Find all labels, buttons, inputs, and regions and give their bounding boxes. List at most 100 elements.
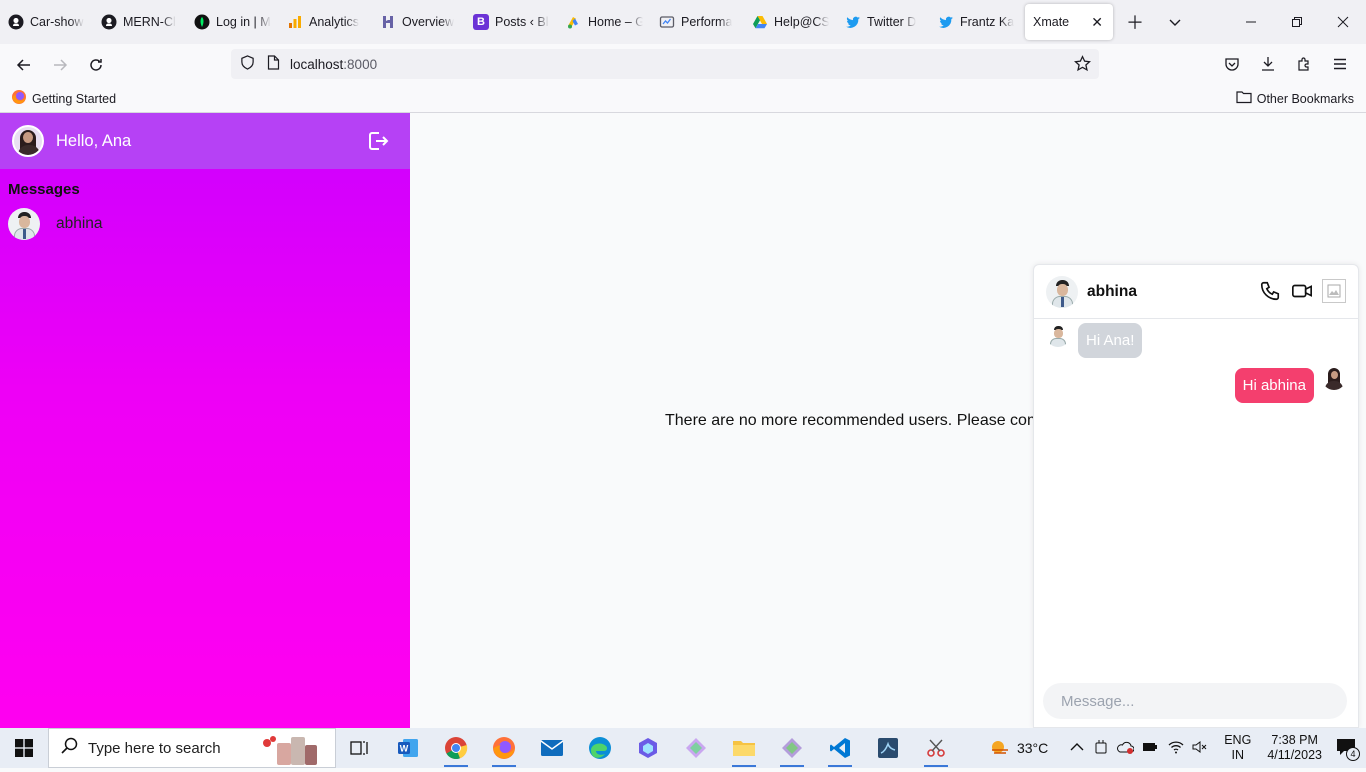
navigation-toolbar: localhost:8000 xyxy=(0,44,1366,85)
address-bar[interactable]: localhost:8000 xyxy=(231,49,1099,79)
phone-icon[interactable] xyxy=(1258,279,1282,303)
edge-icon[interactable] xyxy=(576,728,624,768)
running-indicator xyxy=(780,765,804,767)
conversation-name: abhina xyxy=(56,215,103,232)
leaf-icon xyxy=(194,14,210,30)
wifi-icon[interactable] xyxy=(1168,740,1184,757)
tab-overview[interactable]: Overview xyxy=(372,4,465,40)
message-input[interactable] xyxy=(1061,692,1331,710)
extensions-icon[interactable] xyxy=(1286,48,1322,80)
pocket-icon[interactable] xyxy=(1214,48,1250,80)
close-tab-icon[interactable]: ✕ xyxy=(1091,14,1103,31)
search-highlight-image xyxy=(257,731,329,772)
xmate-app: Hello, Ana Messages abhina There are no … xyxy=(0,113,1366,728)
tab-twitter-dev[interactable]: Twitter D xyxy=(837,4,930,40)
running-indicator xyxy=(492,765,516,767)
list-all-tabs-button[interactable] xyxy=(1155,4,1195,40)
chat-contact-name: abhina xyxy=(1087,282,1137,300)
forward-button[interactable] xyxy=(42,49,78,81)
contact-avatar xyxy=(8,208,40,240)
running-indicator xyxy=(444,765,468,767)
tab-home[interactable]: Home – G xyxy=(558,4,651,40)
shield-icon[interactable] xyxy=(240,55,255,73)
analytics-icon xyxy=(287,14,303,30)
url-text[interactable]: localhost:8000 xyxy=(290,57,377,72)
folder-icon xyxy=(1236,90,1252,107)
bookmark-star-icon[interactable] xyxy=(1074,55,1091,75)
firefox-taskbar-icon[interactable] xyxy=(480,728,528,768)
logout-icon[interactable] xyxy=(366,129,390,153)
incoming-message-row: Hi Ana! xyxy=(1046,323,1143,358)
clock[interactable]: 7:38 PM 4/11/2023 xyxy=(1267,733,1322,763)
weather-icon[interactable]: 33°C xyxy=(989,738,1048,758)
github-icon xyxy=(101,14,117,30)
performance-icon xyxy=(659,14,675,30)
toolbar-right xyxy=(1214,48,1358,80)
start-button[interactable] xyxy=(0,728,48,768)
tab-mern[interactable]: MERN-Cl xyxy=(93,4,186,40)
twitter-icon xyxy=(938,14,954,30)
language-indicator[interactable]: ENG IN xyxy=(1224,733,1251,763)
page-icon[interactable] xyxy=(267,55,280,73)
word-icon[interactable]: W xyxy=(384,728,432,768)
tab-frantz[interactable]: Frantz Ka xyxy=(930,4,1023,40)
own-small-avatar xyxy=(1322,366,1346,390)
tab-help[interactable]: Help@CS xyxy=(744,4,837,40)
device-icon[interactable] xyxy=(1094,739,1108,758)
other-bookmarks[interactable]: Other Bookmarks xyxy=(1236,90,1354,107)
running-indicator xyxy=(924,765,948,767)
chat-header: abhina xyxy=(1034,265,1358,319)
twitter-icon xyxy=(845,14,861,30)
browser-tab-bar: Car-show MERN-Cl Log in | M Analytics Ov… xyxy=(0,0,1366,44)
battery-icon[interactable] xyxy=(1142,740,1158,757)
new-tab-button[interactable]: ＋ xyxy=(1115,4,1155,40)
bookmark-getting-started[interactable]: Getting Started xyxy=(11,89,116,108)
notification-center-icon[interactable]: 4 xyxy=(1336,738,1360,761)
outgoing-message-row: Hi abhina xyxy=(1234,366,1346,403)
chevron-up-icon[interactable] xyxy=(1070,741,1084,755)
copilot-app-icon[interactable] xyxy=(624,728,672,768)
task-view-icon[interactable] xyxy=(336,728,384,768)
tab-xmate[interactable]: Xmate ✕ xyxy=(1025,4,1113,40)
tab-posts[interactable]: B Posts ‹ Bl xyxy=(465,4,558,40)
taskbar: Type here to search W 33°C ENG IN 7:38 P… xyxy=(0,728,1366,768)
svg-text:W: W xyxy=(400,744,409,754)
chat-contact-avatar[interactable] xyxy=(1046,275,1078,308)
sidebar-header: Hello, Ana xyxy=(0,113,410,169)
tab-performance[interactable]: Performa xyxy=(651,4,744,40)
reload-button[interactable] xyxy=(78,49,114,81)
downloads-icon[interactable] xyxy=(1250,48,1286,80)
onedrive-icon[interactable] xyxy=(1116,740,1135,757)
git-app-icon[interactable] xyxy=(672,728,720,768)
tab-login[interactable]: Log in | M xyxy=(186,4,279,40)
conversation-item[interactable]: abhina xyxy=(8,208,410,240)
back-button[interactable] xyxy=(6,49,42,81)
mysql-workbench-icon[interactable] xyxy=(864,728,912,768)
search-icon xyxy=(61,737,78,759)
broken-image-icon[interactable] xyxy=(1322,279,1346,303)
menu-icon[interactable] xyxy=(1322,48,1358,80)
video-call-icon[interactable] xyxy=(1290,279,1314,303)
tab-car-show[interactable]: Car-show xyxy=(0,4,93,40)
outgoing-message: Hi abhina xyxy=(1234,368,1314,403)
file-explorer-icon[interactable] xyxy=(720,728,768,768)
restore-button[interactable] xyxy=(1274,0,1320,44)
chat-actions xyxy=(1258,279,1346,303)
vscode-icon[interactable] xyxy=(816,728,864,768)
taskbar-search[interactable]: Type here to search xyxy=(48,728,336,768)
running-indicator xyxy=(828,765,852,767)
notification-count-badge: 4 xyxy=(1346,746,1360,761)
tab-analytics[interactable]: Analytics xyxy=(279,4,372,40)
minimize-button[interactable] xyxy=(1228,0,1274,44)
chrome-icon[interactable] xyxy=(432,728,480,768)
google-drive-icon xyxy=(752,14,768,30)
snipping-tool-icon[interactable] xyxy=(912,728,960,768)
github-icon xyxy=(8,14,24,30)
no-recommendations-text: There are no more recommended users. Ple… xyxy=(665,412,1050,429)
volume-muted-icon[interactable] xyxy=(1192,740,1208,757)
blogger-icon: B xyxy=(473,14,489,30)
git-gui-icon[interactable] xyxy=(768,728,816,768)
user-avatar[interactable] xyxy=(12,125,44,157)
mail-icon[interactable] xyxy=(528,728,576,768)
close-window-button[interactable] xyxy=(1320,0,1366,44)
